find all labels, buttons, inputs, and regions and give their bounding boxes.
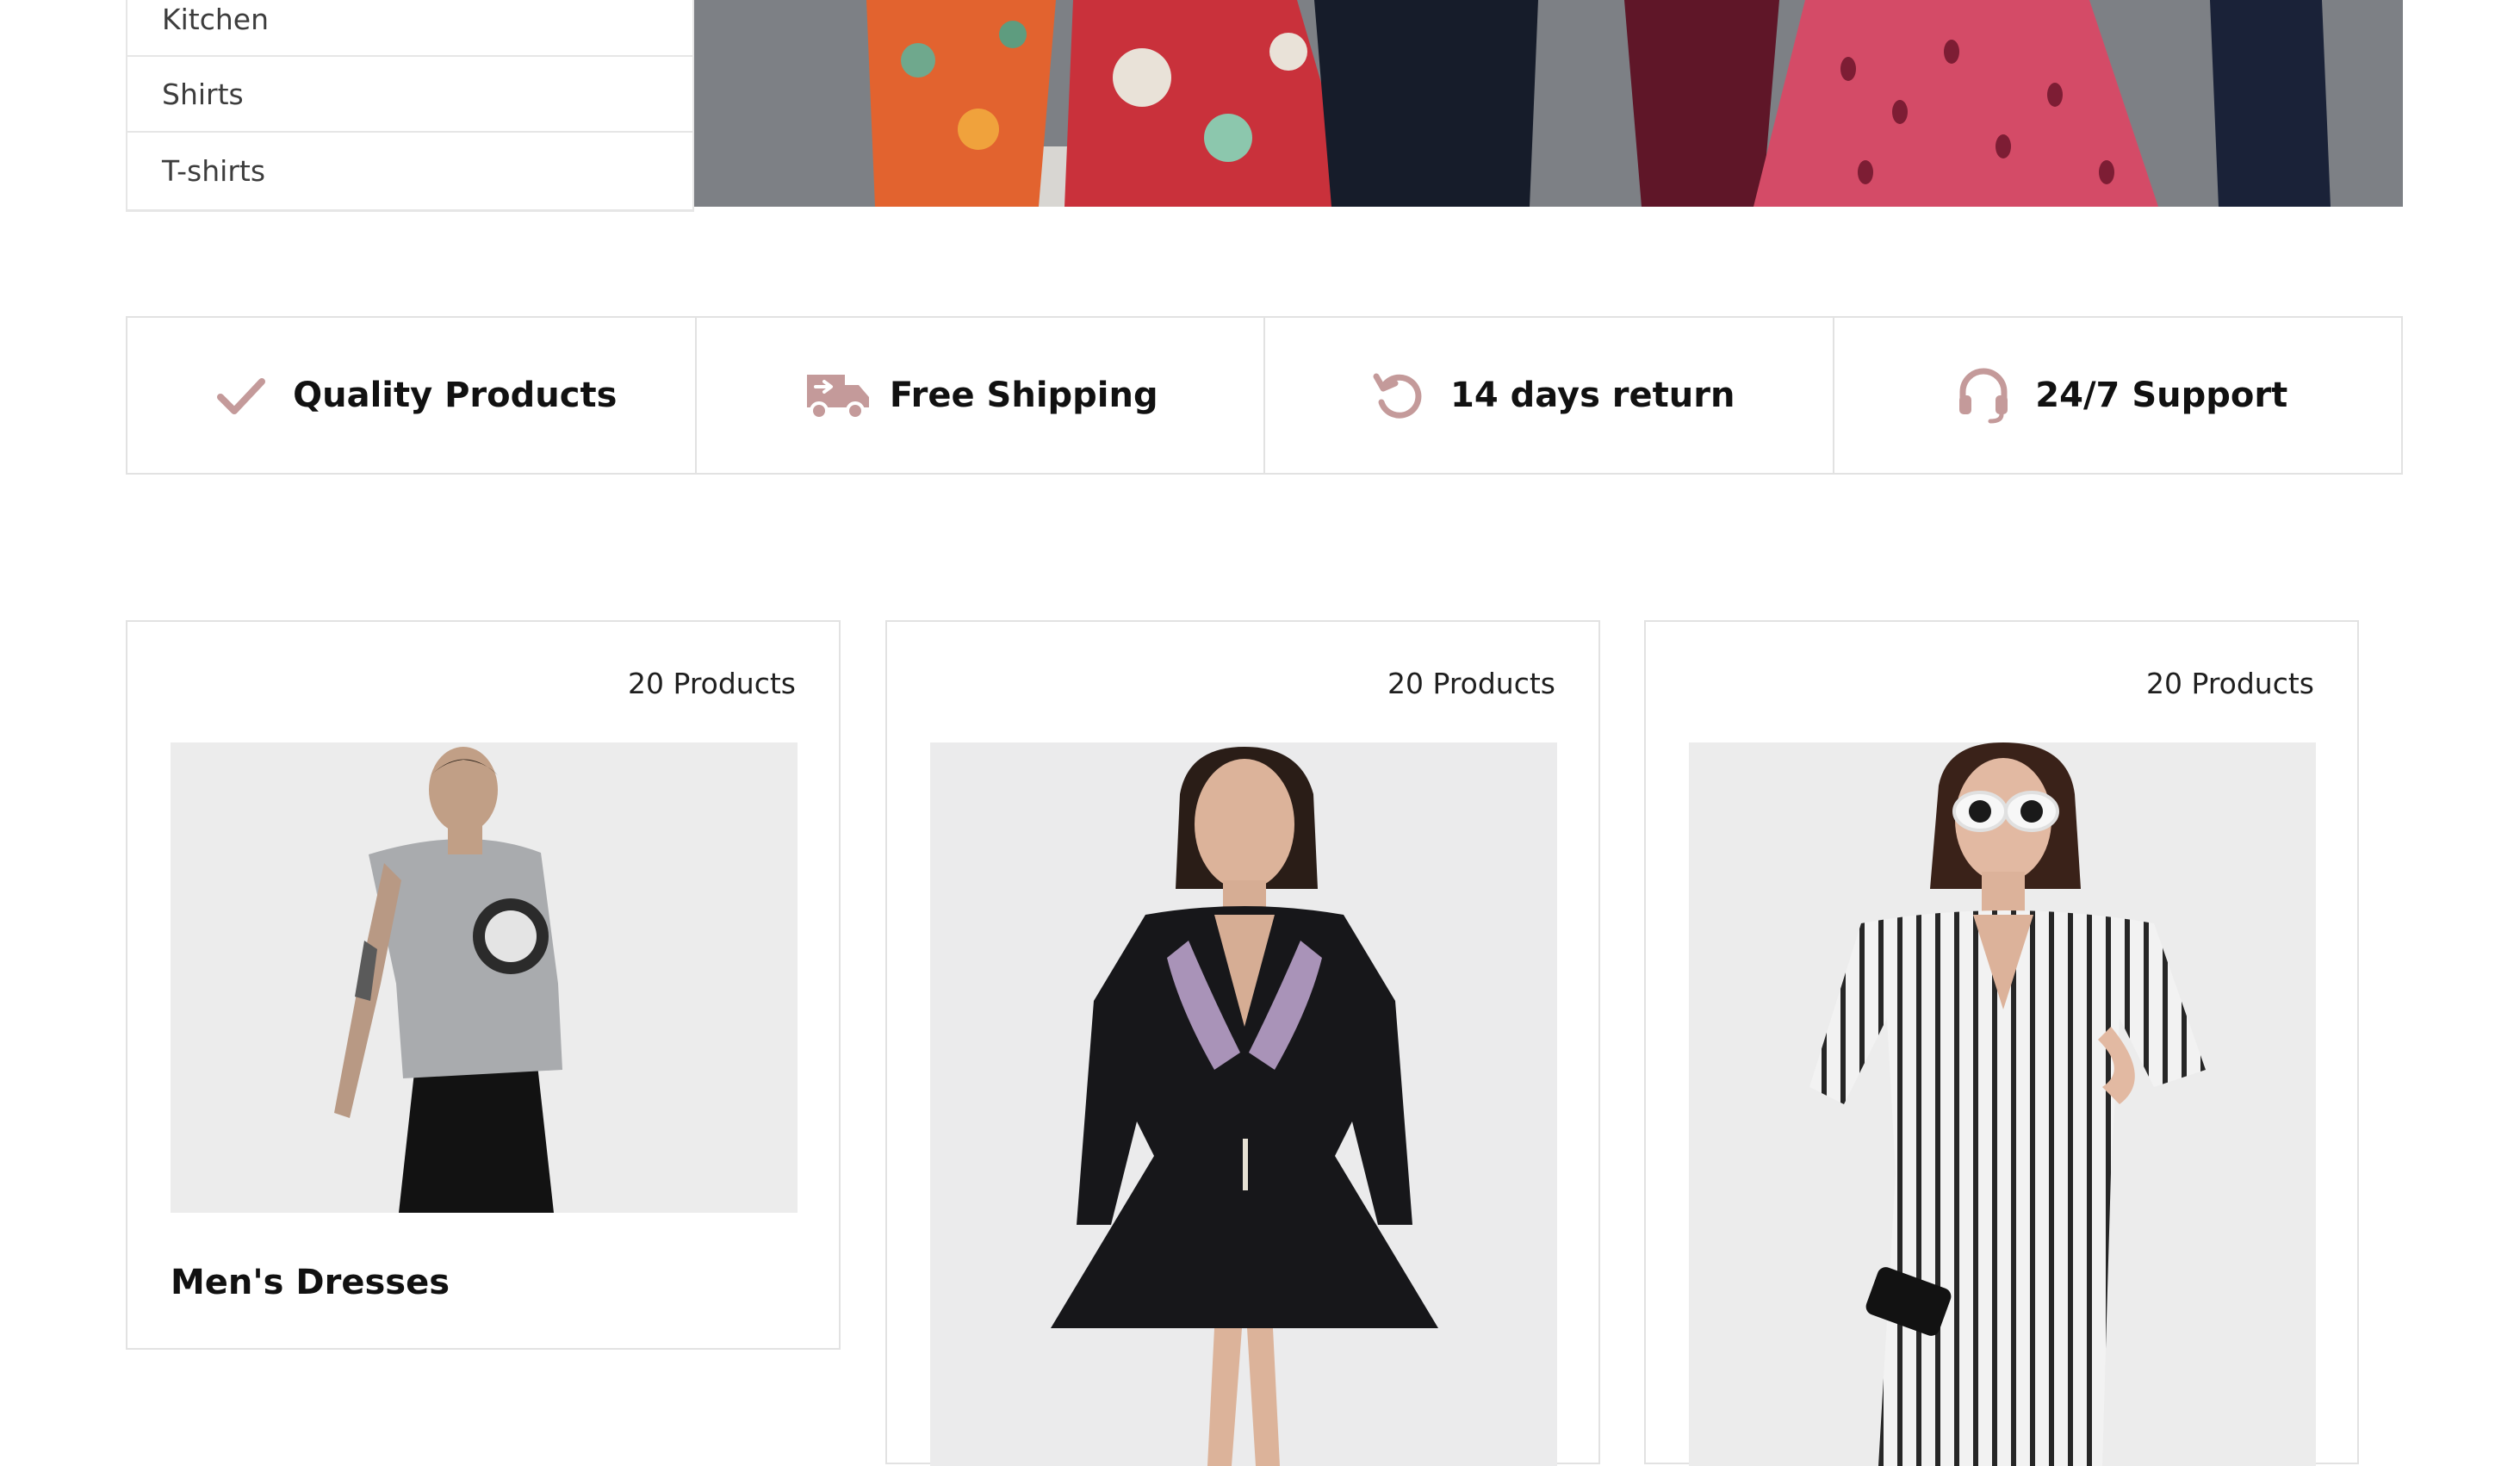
feature-14-days-return: 14 days return xyxy=(1263,316,1834,475)
sidebar-item-t-shirts[interactable]: T-shirts xyxy=(127,133,692,208)
category-image[interactable] xyxy=(1689,742,2316,1466)
product-count: 20 Products xyxy=(2146,667,2314,700)
woman-striped-jumpsuit-photo xyxy=(1689,742,2316,1466)
feature-label: Quality Products xyxy=(293,376,618,415)
feature-free-shipping: Free Shipping xyxy=(694,316,1265,475)
return-icon xyxy=(1362,359,1435,432)
headset-icon xyxy=(1947,359,2020,432)
feature-label: 24/7 Support xyxy=(2035,376,2288,415)
hero-banner-image[interactable] xyxy=(694,0,2403,207)
category-sidebar: Kitchen Shirts T-shirts xyxy=(126,0,694,212)
sidebar-item-shirts[interactable]: Shirts xyxy=(127,57,692,133)
sidebar-item-kitchen[interactable]: Kitchen xyxy=(127,0,692,57)
category-card[interactable]: 20 Products xyxy=(1644,620,2359,1466)
product-count: 20 Products xyxy=(628,667,796,700)
feature-quality-products: Quality Products xyxy=(126,316,697,475)
sidebar-item-label: T-shirts xyxy=(162,153,266,188)
feature-label: Free Shipping xyxy=(889,376,1158,415)
category-card[interactable]: 20 Products xyxy=(885,620,1600,1466)
features-strip: Quality Products Free Shipping 14 days r… xyxy=(126,316,2403,475)
product-count: 20 Products xyxy=(1387,667,1555,700)
feature-label: 14 days return xyxy=(1450,376,1735,415)
category-title[interactable]: Men's Dresses xyxy=(171,1263,450,1302)
sidebar-item-label: Kitchen xyxy=(162,3,270,36)
check-icon xyxy=(205,359,277,432)
category-image[interactable] xyxy=(171,742,798,1213)
category-image[interactable] xyxy=(930,742,1557,1466)
category-card[interactable]: 20 Products Men's Dresses xyxy=(126,620,841,1350)
feature-24-7-support: 24/7 Support xyxy=(1832,316,2403,475)
truck-icon xyxy=(802,359,874,432)
man-tshirt-photo xyxy=(171,742,798,1213)
sidebar-item-label: Shirts xyxy=(162,77,244,111)
hero-models-illustration xyxy=(694,0,2403,207)
woman-black-dress-photo xyxy=(930,742,1557,1466)
